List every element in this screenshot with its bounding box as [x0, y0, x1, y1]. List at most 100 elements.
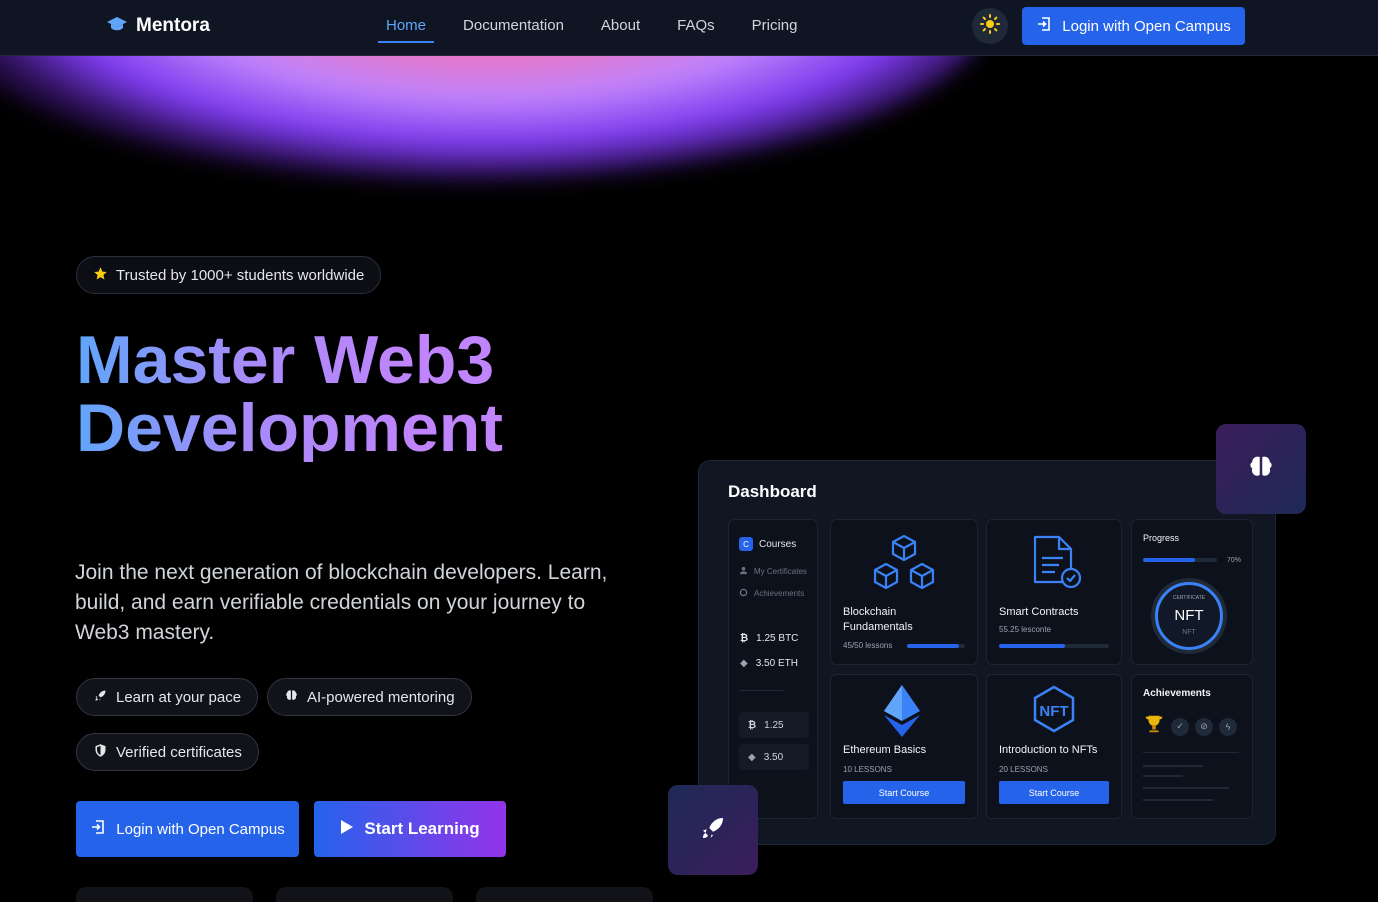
- dashboard-sidebar: C Courses My Certificates Achievements ₿…: [728, 519, 818, 819]
- course-title: Blockchain Fundamentals: [843, 605, 913, 635]
- floating-rocket-tile: [668, 785, 758, 875]
- course-card-ethereum[interactable]: Ethereum Basics 10 LESSONS Start Course: [830, 674, 978, 819]
- nav-link-home[interactable]: Home: [378, 0, 435, 56]
- achievement-icons: ✓ ⊘ ϟ: [1143, 713, 1237, 740]
- start-course-button[interactable]: Start Course: [843, 781, 965, 804]
- stat-card: [476, 887, 653, 902]
- course-title: Smart Contracts: [999, 606, 1079, 618]
- ethereum-logo-icon: [884, 685, 920, 742]
- course-meta: 10 LESSONS: [843, 765, 892, 774]
- progress-panel: Progress 70% CERTIFICATE NFT NFT: [1131, 519, 1253, 665]
- feature-pill-label: AI-powered mentoring: [307, 688, 455, 706]
- course-card-blockchain[interactable]: Blockchain Fundamentals 45/50 lessons: [830, 519, 978, 665]
- top-navbar: Mentora Home Documentation About FAQs Pr…: [0, 0, 1378, 56]
- floating-brain-tile: [1216, 424, 1306, 514]
- svg-text:NFT: NFT: [1039, 703, 1068, 720]
- achievement-line: [1143, 787, 1229, 789]
- overall-progress-fill: [1143, 558, 1195, 562]
- play-icon: [340, 819, 354, 840]
- course-card-smart-contracts[interactable]: Smart Contracts 55.25 lesconte: [986, 519, 1122, 665]
- badge-top-text: CERTIFICATE: [1172, 595, 1206, 601]
- login-icon: [90, 819, 106, 839]
- nav-link-documentation[interactable]: Documentation: [463, 0, 564, 56]
- nav-links: Home Documentation About FAQs Pricing: [378, 0, 835, 56]
- divider: [739, 690, 783, 691]
- sidebar-item-label: My Certificates: [754, 567, 807, 576]
- bitcoin-icon: ₿: [748, 719, 757, 731]
- nav-link-about[interactable]: About: [601, 0, 640, 56]
- nft-hexagon-icon: NFT: [1032, 685, 1076, 738]
- nav-link-pricing[interactable]: Pricing: [752, 0, 798, 56]
- sun-icon: [980, 13, 1000, 39]
- course-title-line2: Fundamentals: [843, 621, 913, 633]
- circle-icon: [739, 588, 748, 599]
- headline-line1: Master Web3: [76, 322, 495, 398]
- nav-link-faqs[interactable]: FAQs: [677, 0, 715, 56]
- feature-pill-ai: AI-powered mentoring: [267, 678, 472, 716]
- graduation-cap-icon: [106, 16, 128, 37]
- rocket-icon: [698, 813, 728, 848]
- feature-pill-label: Learn at your pace: [116, 688, 242, 706]
- feature-pill-pace: Learn at your pace: [76, 678, 259, 716]
- achievement-line: [1143, 752, 1239, 753]
- bitcoin-icon: ₿: [740, 633, 749, 644]
- course-progress-bar: [907, 644, 965, 648]
- nav-login-label: Login with Open Campus: [1062, 17, 1231, 35]
- hero-login-button[interactable]: Login with Open Campus: [76, 801, 299, 857]
- blocks-icon: [871, 534, 937, 599]
- nav-login-button[interactable]: Login with Open Campus: [1022, 7, 1245, 45]
- course-card-nft[interactable]: NFT Introduction to NFTs 20 LESSONS Star…: [986, 674, 1122, 819]
- brain-icon: [284, 688, 299, 707]
- progress-title: Progress: [1143, 533, 1180, 543]
- course-progress-fill: [907, 644, 960, 648]
- bolt-icon: ϟ: [1219, 717, 1237, 736]
- user-icon: [739, 566, 748, 577]
- course-meta: 55.25 lesconte: [999, 625, 1052, 634]
- ethereum-icon: ◆: [740, 658, 748, 669]
- course-progress-bar: [999, 644, 1109, 648]
- mini-balance-eth: ◆ 3.50: [739, 744, 809, 770]
- hero-subtitle: Join the next generation of blockchain d…: [75, 561, 608, 644]
- achievements-panel: Achievements ✓ ⊘ ϟ: [1131, 674, 1253, 819]
- headline-line2: Development: [76, 390, 503, 466]
- feature-pill-label: Verified certificates: [116, 743, 242, 761]
- shield-icon: [93, 743, 108, 762]
- sidebar-item-label: Courses: [759, 538, 797, 550]
- sidebar-item-achievements[interactable]: Achievements: [739, 588, 804, 599]
- achievement-line: [1143, 775, 1183, 777]
- start-course-button[interactable]: Start Course: [999, 781, 1109, 804]
- theme-toggle-button[interactable]: [972, 8, 1008, 44]
- stat-card: [76, 887, 253, 902]
- brain-icon: [1246, 452, 1276, 487]
- start-learning-label: Start Learning: [364, 819, 480, 838]
- mini-balance-btc: ₿ 1.25: [739, 712, 809, 738]
- course-title-line1: Blockchain: [843, 606, 897, 618]
- balance-eth: ◆ 3.50 ETH: [740, 658, 798, 669]
- course-meta: 20 LESSONS: [999, 765, 1048, 774]
- star-icon: [93, 266, 108, 285]
- hero-headline: Master Web3 Development: [76, 326, 503, 462]
- dashboard-title: Dashboard: [728, 482, 817, 501]
- sidebar-item-label: Achievements: [754, 589, 805, 598]
- overall-progress-bar: [1143, 558, 1217, 562]
- trophy-icon: [1143, 713, 1165, 740]
- balance-value: 1.25 BTC: [756, 633, 799, 644]
- sidebar-item-courses[interactable]: C Courses: [739, 537, 796, 551]
- nft-certificate-badge: CERTIFICATE NFT NFT: [1155, 582, 1223, 650]
- hero-login-label: Login with Open Campus: [116, 820, 285, 838]
- contract-icon: [1031, 534, 1083, 597]
- stat-card: [276, 887, 453, 902]
- sidebar-item-certificates[interactable]: My Certificates: [739, 566, 807, 577]
- course-progress-fill: [999, 644, 1065, 648]
- trust-badge: Trusted by 1000+ students worldwide: [76, 256, 382, 294]
- feature-pill-certificates: Verified certificates: [76, 733, 259, 771]
- start-learning-button[interactable]: Start Learning: [314, 801, 506, 857]
- balance-btc: ₿ 1.25 BTC: [740, 633, 798, 644]
- check-icon: ✓: [1171, 717, 1189, 736]
- courses-badge: C: [739, 537, 753, 551]
- achievement-line: [1143, 765, 1203, 767]
- brand-logo[interactable]: Mentora: [106, 15, 210, 37]
- rocket-icon: [93, 688, 108, 707]
- ethereum-icon: ◆: [748, 751, 756, 763]
- link-icon: ⊘: [1195, 717, 1213, 736]
